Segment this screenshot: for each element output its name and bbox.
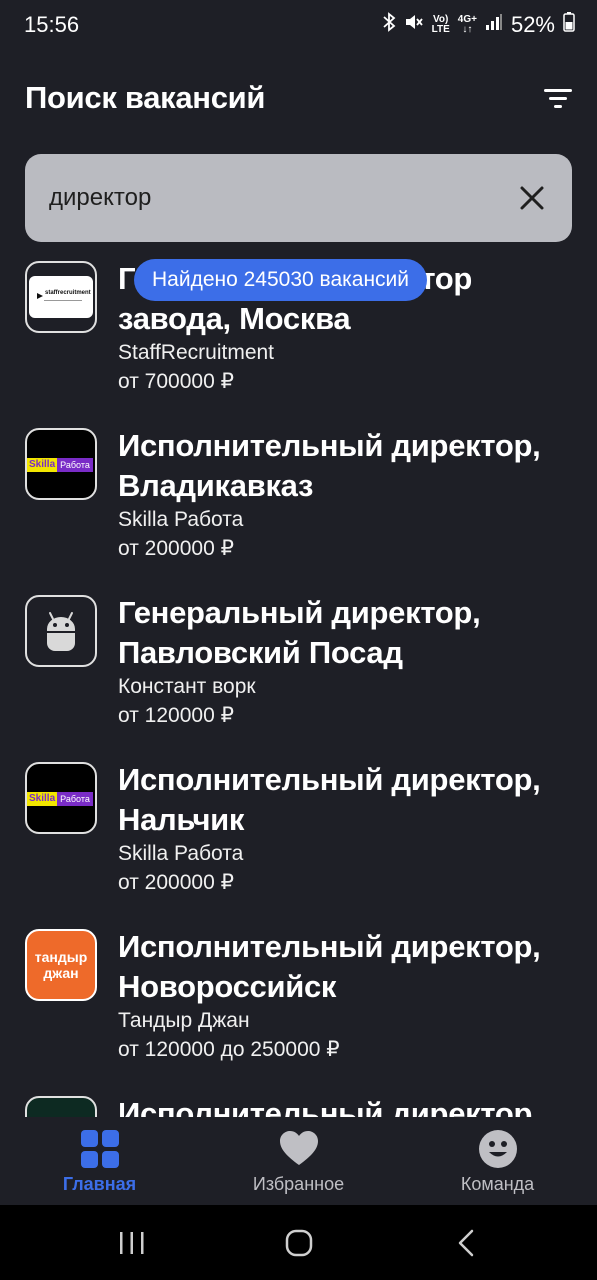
found-count-banner: Найдено 245030 вакансий [134,259,428,301]
header: Поиск вакансий [0,70,597,130]
system-nav-bar [0,1205,597,1280]
vacancy-item[interactable]: Генеральный директор, Павловский Посад К… [0,589,597,756]
company-name: Skilla Работа [118,508,244,531]
vacancy-title[interactable]: Исполнительный директор [118,1094,588,1117]
nav-favorites-label: Избранное [252,1174,345,1194]
bottom-nav: Главная Избранное Команда [0,1117,597,1205]
filter-button[interactable] [540,84,576,114]
vacancy-list[interactable]: staffrecruitment Генеральный директор за… [0,255,597,1117]
status-bar: 15:56 Vo) LTE 4G+ ↓↑ 52% [0,0,597,52]
back-button[interactable] [446,1227,486,1259]
company-name: StaffRecruitment [118,341,275,364]
filter-icon [544,89,572,108]
vacancy-item[interactable]: Skilla Работа Исполнительный директор, В… [0,422,597,589]
home-icon [285,1229,313,1257]
company-logo: staffrecruitment [25,261,97,333]
recent-apps-icon [120,1232,144,1254]
vacancy-item[interactable]: Skilla Работа Исполнительный директор, Н… [0,756,597,923]
nav-home[interactable]: Главная [0,1117,199,1205]
android-icon [47,612,75,651]
tandyr-logo: тандыр джан [34,949,88,981]
salary: от 200000 ₽ [118,537,234,560]
staffrecruitment-logo [37,293,82,301]
search-input[interactable] [49,154,489,242]
skilla-logo: Skilla Работа [27,792,95,806]
search-box [25,154,572,242]
company-logo [25,1096,97,1117]
company-logo [25,595,97,667]
smiley-icon [478,1130,517,1168]
bluetooth-icon [382,12,396,38]
logo-text: staffrecruitment [45,290,91,296]
nav-favorites[interactable]: Избранное [199,1117,398,1205]
data-indicator: 4G+ ↓↑ [457,14,477,35]
close-icon [520,186,544,210]
vacancy-title[interactable]: Генеральный директор, Павловский Посад [118,593,588,673]
salary: от 120000 до 250000 ₽ [118,1038,340,1061]
nav-home-label: Главная [62,1174,137,1194]
recent-apps-button[interactable] [112,1227,152,1259]
heart-icon [279,1131,318,1165]
vacancy-title[interactable]: Исполнительный директор, Владикавказ [118,426,588,506]
salary: от 200000 ₽ [118,871,234,894]
battery-percent: 52% [510,12,555,37]
company-logo: Skilla Работа [25,762,97,834]
clear-search-button[interactable] [512,178,552,218]
home-button[interactable] [279,1227,319,1259]
volte-indicator: Vo) LTE [431,14,450,35]
back-icon [458,1229,474,1257]
vacancy-title[interactable]: Исполнительный директор, Нальчик [118,760,588,840]
nav-team-label: Команда [460,1174,535,1194]
mute-icon [404,12,424,38]
vacancy-item[interactable]: Исполнительный директор [0,1090,597,1117]
company-logo: тандыр джан [25,929,97,1001]
skilla-logo: Skilla Работа [27,458,95,472]
salary: от 120000 ₽ [118,704,234,727]
vacancy-title[interactable]: Исполнительный директор, Новороссийск [118,927,588,1007]
grid-icon [80,1130,119,1168]
page-title: Поиск вакансий [25,80,266,115]
status-time: 15:56 [24,12,80,37]
company-name: Skilla Работа [118,842,244,865]
salary: от 700000 ₽ [118,370,234,393]
company-name: Констант ворк [118,675,256,698]
vacancy-item[interactable]: тандыр джан Исполнительный директор, Нов… [0,923,597,1090]
logo-plate: staffrecruitment [29,276,93,318]
company-name: Тандыр Джан [118,1009,250,1032]
signal-icon [485,13,503,37]
company-logo: Skilla Работа [25,428,97,500]
battery-icon [563,12,575,38]
status-icons: Vo) LTE 4G+ ↓↑ 52% [382,10,575,40]
nav-team[interactable]: Команда [398,1117,597,1205]
